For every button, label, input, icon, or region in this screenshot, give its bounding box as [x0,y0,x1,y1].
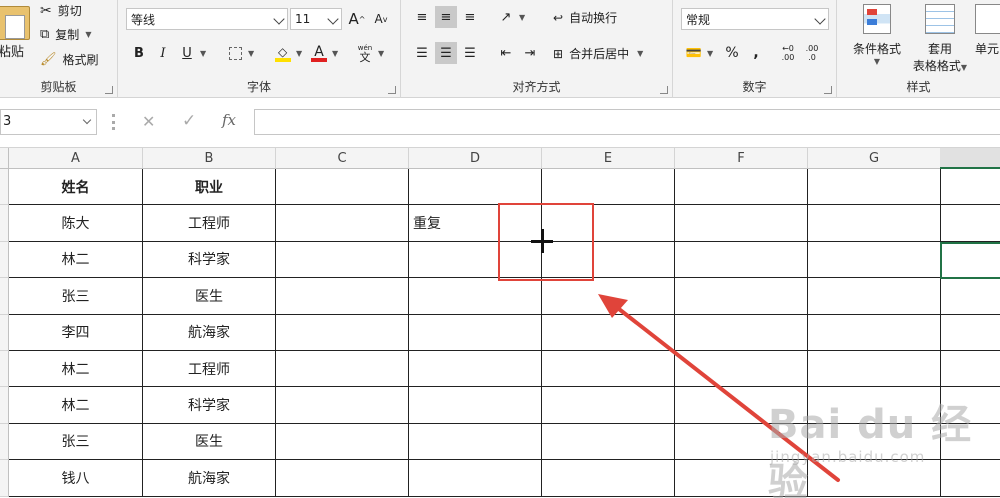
baidu-watermark: Bai du 经验 jingyan.baidu.com [768,392,1000,498]
watermark-sub: jingyan.baidu.com [770,448,926,466]
watermark-main: Bai du 经验 [768,402,973,498]
